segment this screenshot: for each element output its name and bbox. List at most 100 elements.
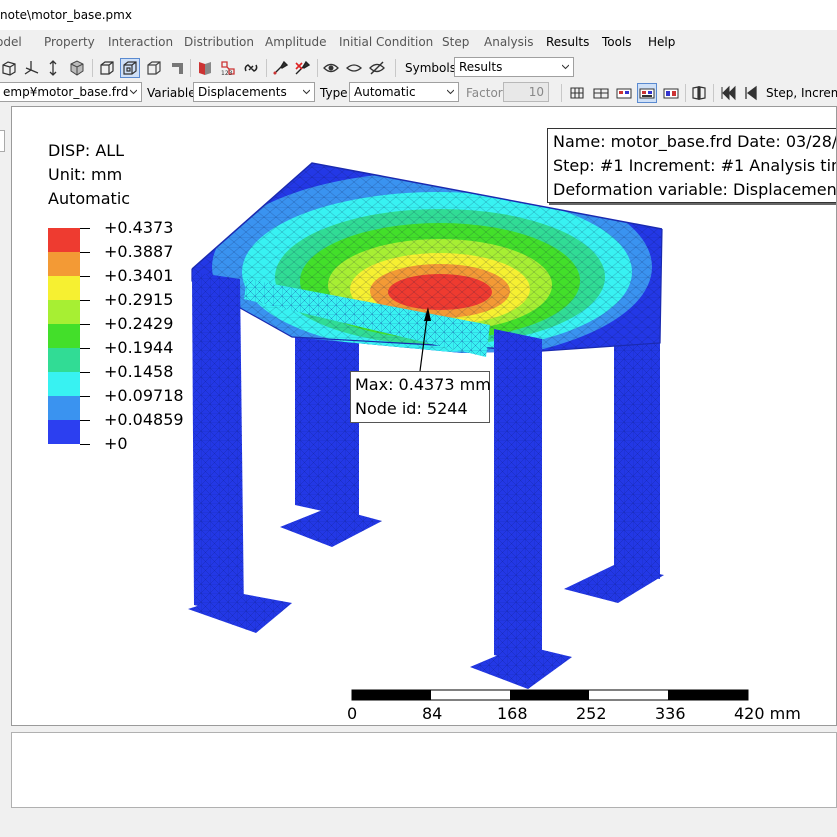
- menu-item-odel[interactable]: odel: [0, 35, 22, 49]
- colored-table-icon[interactable]: [615, 84, 633, 102]
- info-step: Step: #1 Increment: #1 Analysis time: [553, 156, 837, 175]
- scale-label: 0: [347, 704, 358, 723]
- info-name-date: Name: motor_base.frd Date: 03/28/2: [553, 132, 837, 151]
- type-select[interactable]: Automatic: [349, 82, 459, 102]
- eye-hide-icon[interactable]: [368, 59, 386, 77]
- legend-unit: Unit: mm: [48, 165, 123, 184]
- legend-swatch: [48, 324, 80, 348]
- legend-title: DISP: ALL: [48, 141, 125, 160]
- menu-item-distribution[interactable]: Distribution: [184, 35, 254, 49]
- shading-icon[interactable]: [168, 59, 186, 77]
- svg-text:123: 123: [221, 70, 233, 77]
- legend-mode: Automatic: [48, 189, 131, 208]
- solid-cube-icon[interactable]: [68, 59, 86, 77]
- legend-value: +0.3401: [104, 266, 174, 285]
- legend-swatch: [48, 396, 80, 420]
- factor-label: Factor: [466, 86, 503, 100]
- legend-value: +0.1944: [104, 338, 174, 357]
- legend-tick: [80, 228, 90, 229]
- factor-input[interactable]: 10: [503, 82, 549, 102]
- title-bar: note\motor_base.pmx: [0, 0, 837, 30]
- menu-item-analysis[interactable]: Analysis: [484, 35, 533, 49]
- max-value: Max: 0.4373 mm: [355, 375, 491, 394]
- mesh-edges-icon[interactable]: [120, 58, 140, 78]
- menu-item-initial-condition[interactable]: Initial Condition: [339, 35, 433, 49]
- file-select[interactable]: emp¥motor_base.frd: [0, 82, 142, 102]
- scale-label: 336: [655, 704, 686, 723]
- legend-swatch: [48, 372, 80, 396]
- link-icon[interactable]: [242, 59, 260, 77]
- legend-swatch: [48, 228, 80, 252]
- legend-tick: [80, 348, 90, 349]
- view-front-icon[interactable]: [0, 59, 18, 77]
- deformed-table-icon[interactable]: [662, 84, 680, 102]
- probe-icon[interactable]: [271, 59, 289, 77]
- menu-item-step[interactable]: Step: [442, 35, 469, 49]
- menu-item-tools[interactable]: Tools: [602, 35, 632, 49]
- legend-tick: [80, 444, 90, 445]
- variable-label: Variable: [147, 86, 196, 100]
- scale-label: 252: [576, 704, 607, 723]
- scale-label: 168: [497, 704, 528, 723]
- side-panel-edge[interactable]: [0, 130, 5, 152]
- legend-tick: [80, 276, 90, 277]
- wireframe-icon[interactable]: [98, 59, 116, 77]
- step-label: Step, Increme: [766, 86, 837, 100]
- legend-swatch: [48, 420, 80, 444]
- legend-tick: [80, 396, 90, 397]
- legend-tick: [80, 324, 90, 325]
- legend-value: +0.2915: [104, 290, 174, 309]
- max-annotation: Max: 0.4373 mm Node id: 5244: [350, 371, 491, 423]
- scale-bar: [351, 689, 749, 701]
- book-icon[interactable]: [196, 59, 214, 77]
- legend-value: +0.09718: [104, 386, 184, 405]
- previous-step-icon[interactable]: [742, 84, 760, 102]
- menu-item-interaction[interactable]: Interaction: [108, 35, 173, 49]
- toolbar-view: 123 Symbols Results: [0, 56, 837, 80]
- chevron-down-icon: [562, 64, 569, 70]
- legend-tick: [80, 252, 90, 253]
- scale-label: 84: [422, 704, 443, 723]
- contour-table-icon[interactable]: [637, 83, 657, 103]
- table-view-icon[interactable]: [592, 84, 610, 102]
- legend-tick: [80, 420, 90, 421]
- toolbar-results: emp¥motor_base.frd Variable Displacement…: [0, 81, 837, 105]
- legend-value: +0.3887: [104, 242, 174, 261]
- result-info-box: Name: motor_base.frd Date: 03/28/2 Step:…: [547, 128, 837, 203]
- node-label-icon[interactable]: 123: [219, 59, 237, 77]
- legend-tick: [80, 300, 90, 301]
- menu-item-amplitude[interactable]: Amplitude: [265, 35, 327, 49]
- legend-swatch: [48, 348, 80, 372]
- legend-value: +0.4373: [104, 218, 174, 237]
- menu-item-results[interactable]: Results: [546, 35, 589, 49]
- outline-icon[interactable]: [145, 59, 163, 77]
- menu-item-help[interactable]: Help: [648, 35, 675, 49]
- info-deformation: Deformation variable: Displacements: [553, 180, 837, 199]
- menu-bar: odel Property Interaction Distribution Ampli…: [0, 32, 837, 54]
- type-label: Type: [320, 86, 348, 100]
- eye-outline-icon[interactable]: [345, 59, 363, 77]
- symbols-select[interactable]: Results: [454, 57, 574, 77]
- legend-swatch: [48, 300, 80, 324]
- view-vertical-icon[interactable]: [44, 59, 62, 77]
- menu-item-property[interactable]: Property: [44, 35, 95, 49]
- legend-value: +0: [104, 434, 128, 453]
- first-step-icon[interactable]: [719, 84, 737, 102]
- symbols-label: Symbols: [405, 61, 456, 75]
- status-bar: [0, 812, 837, 837]
- max-node-id: Node id: 5244: [355, 399, 468, 418]
- variable-select[interactable]: Displacements: [193, 82, 315, 102]
- legend-value: +0.1458: [104, 362, 174, 381]
- legend-swatch: [48, 252, 80, 276]
- view-axes-icon[interactable]: [22, 59, 40, 77]
- message-console[interactable]: [11, 732, 837, 808]
- grid-view-icon[interactable]: [568, 84, 586, 102]
- chevron-down-icon: [303, 89, 310, 95]
- legend-value: +0.2429: [104, 314, 174, 333]
- window-title: note\motor_base.pmx: [0, 8, 132, 22]
- probe-clear-icon[interactable]: [293, 59, 311, 77]
- scale-label: 420 mm: [734, 704, 801, 723]
- compare-icon[interactable]: [690, 84, 708, 102]
- eye-icon[interactable]: [322, 59, 340, 77]
- result-viewport[interactable]: DISP: ALL Unit: mm Automatic +0.4373 +0.3…: [11, 106, 837, 726]
